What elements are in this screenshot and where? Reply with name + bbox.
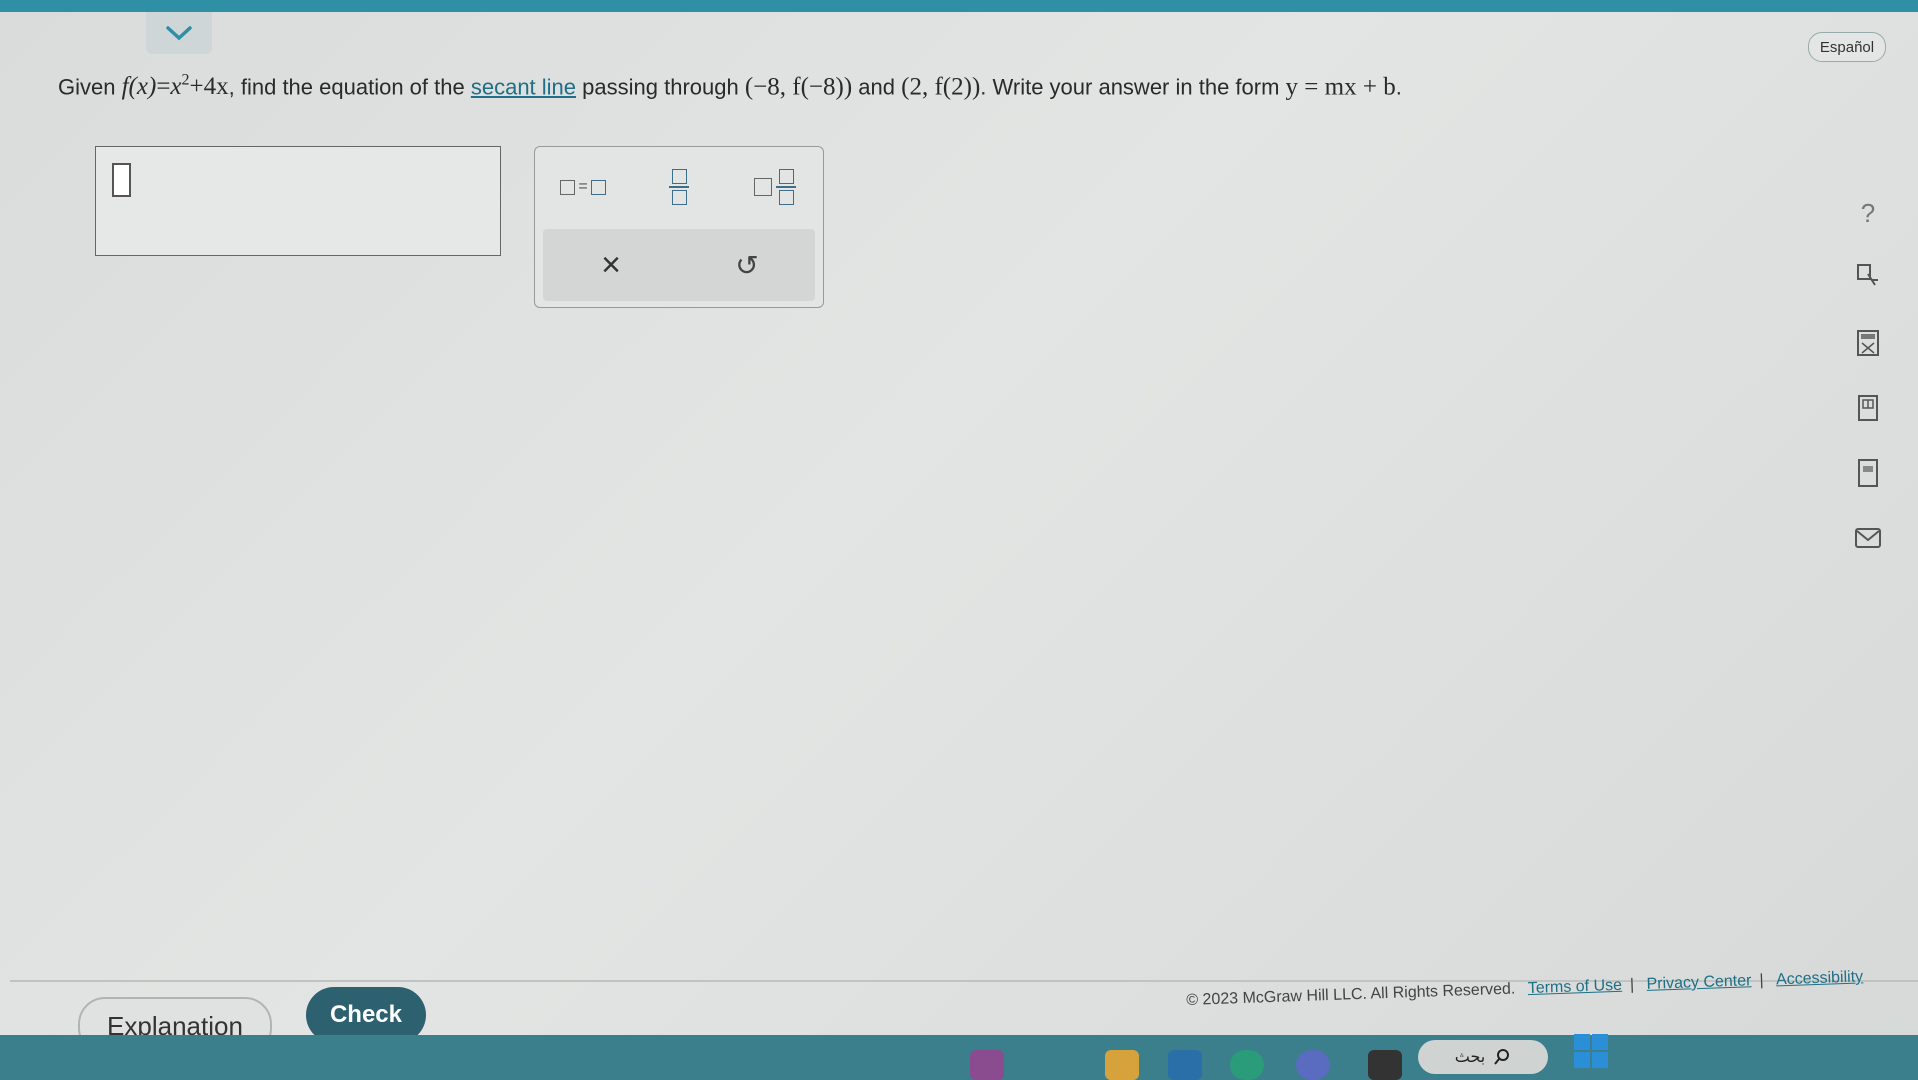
os-taskbar	[0, 1035, 1918, 1080]
calculator-button[interactable]	[1850, 325, 1886, 361]
collapse-toggle[interactable]	[146, 12, 212, 54]
help-icon: ?	[1860, 197, 1876, 228]
dictionary-button[interactable]	[1850, 257, 1886, 293]
question-text-3: and	[858, 74, 896, 100]
taskbar-search-label: بحث	[1454, 1049, 1486, 1066]
textbook-button[interactable]	[1850, 390, 1886, 426]
clear-button[interactable]: ×	[576, 240, 646, 290]
windows-start-icon[interactable]	[1574, 1034, 1608, 1068]
answer-input[interactable]	[95, 146, 501, 256]
mixed-number-button[interactable]	[740, 162, 810, 212]
privacy-center-link[interactable]: Privacy Center	[1646, 972, 1751, 993]
math-palette: = × ↺	[534, 146, 824, 308]
glossary-button[interactable]	[1850, 455, 1886, 491]
question-text: Given f(x)=x2+4x, find the equation of t…	[58, 72, 1402, 101]
fraction-icon	[669, 169, 689, 205]
question-text-4: . Write your answer in the form	[980, 74, 1280, 100]
window-icon[interactable]	[1368, 1050, 1402, 1080]
close-icon: ×	[601, 245, 621, 284]
browser-icon[interactable]	[1230, 1050, 1264, 1080]
fraction-button[interactable]	[644, 162, 714, 212]
question-text-2: passing through	[582, 74, 739, 100]
mail-icon	[1855, 528, 1881, 548]
store-icon[interactable]	[1168, 1050, 1202, 1080]
textbook-icon	[1858, 395, 1878, 421]
glossary-icon	[1858, 459, 1878, 487]
given-label: Given	[58, 74, 116, 100]
accessibility-link[interactable]: Accessibility	[1776, 968, 1864, 988]
help-button[interactable]: ?	[1850, 195, 1886, 231]
question-text-1: , find the equation of the	[228, 74, 465, 100]
folder-icon[interactable]	[1105, 1050, 1139, 1080]
mixed-number-icon	[754, 169, 796, 205]
answer-form-expression: y = mx + b	[1285, 73, 1396, 101]
point-2: (2, f(2))	[901, 73, 981, 101]
top-accent-bar	[0, 0, 1918, 12]
box-equals-box-icon: =	[560, 178, 606, 196]
secant-line-link[interactable]: secant line	[471, 74, 576, 99]
calculator-icon	[1857, 330, 1879, 356]
terms-of-use-link[interactable]: Terms of Use	[1527, 977, 1622, 997]
function-expression: f(x)=x2+4x	[121, 72, 229, 101]
footer-links: © 2023 McGraw Hill LLC. All Rights Reser…	[1186, 968, 1864, 1009]
point-1: (−8, f(−8))	[744, 73, 853, 101]
copyright-text: © 2023 McGraw Hill LLC. All Rights Reser…	[1186, 980, 1516, 1009]
dictionary-icon	[1857, 264, 1878, 286]
undo-icon: ↺	[735, 249, 759, 281]
box-equals-box-button[interactable]: =	[548, 162, 618, 212]
undo-button[interactable]: ↺	[712, 240, 782, 290]
teams-icon[interactable]	[1296, 1050, 1330, 1080]
input-placeholder-box	[112, 163, 131, 197]
message-button[interactable]	[1850, 520, 1886, 556]
taskbar-app-icon[interactable]	[970, 1050, 1004, 1080]
taskbar-search[interactable]: بحث	[1418, 1040, 1548, 1074]
search-icon	[1494, 1049, 1510, 1065]
language-button[interactable]: Español	[1808, 32, 1886, 62]
chevron-down-icon	[166, 26, 192, 41]
